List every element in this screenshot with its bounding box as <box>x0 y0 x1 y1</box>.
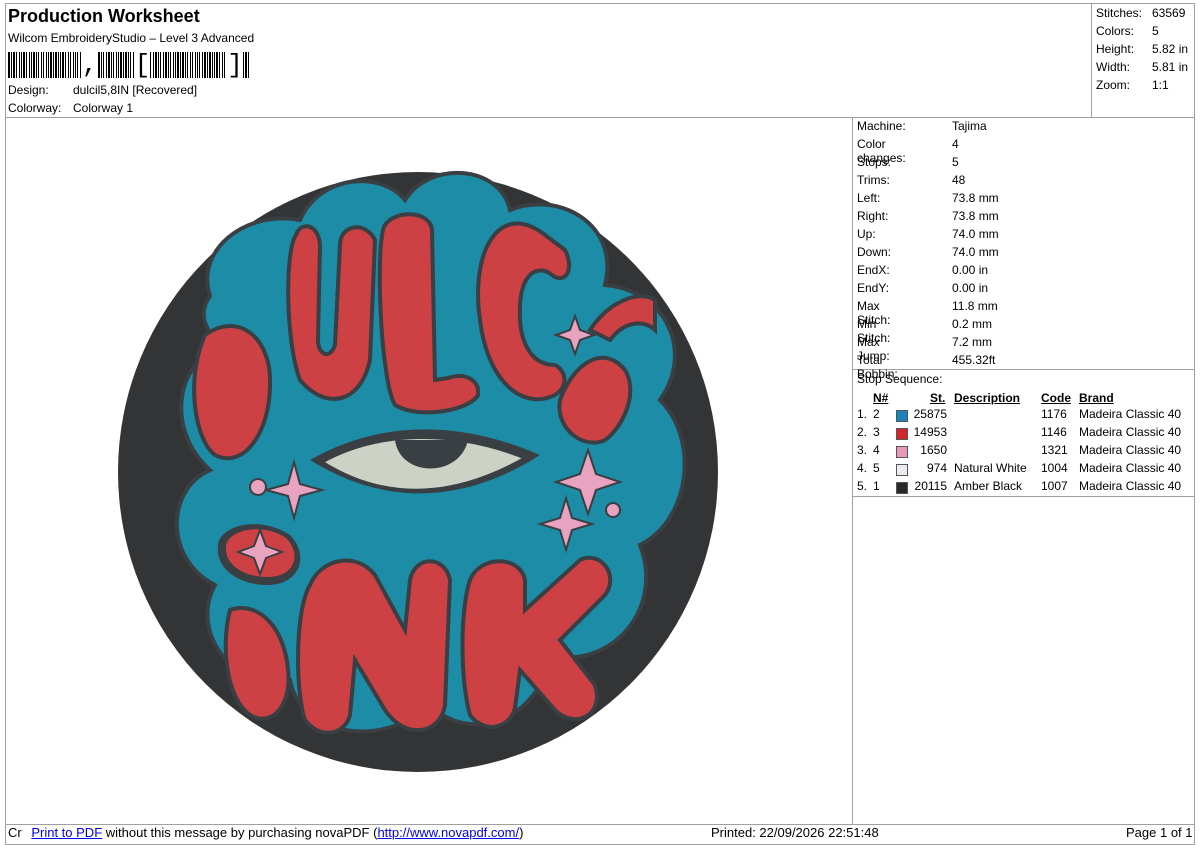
col-brand-header: Brand <box>1079 391 1114 405</box>
barcode-glyph: [ <box>134 50 151 80</box>
barcode-bar <box>249 52 250 78</box>
stop-number: 1. <box>857 407 868 421</box>
stop-sequence-title: Stop Sequence: <box>857 372 943 386</box>
color-swatch <box>896 410 908 422</box>
summary-divider <box>1091 3 1092 117</box>
embroidery-design-preview <box>118 170 718 772</box>
stop-number: 2. <box>857 425 868 439</box>
thread-brand: Madeira Classic 40 <box>1079 461 1182 475</box>
stitch-count: 1650 <box>920 443 947 457</box>
color-swatch <box>896 446 908 458</box>
software-name: Wilcom EmbroideryStudio – Level 3 Advanc… <box>8 31 255 45</box>
stop-sequence-row: 4. 5 974 Natural White 1004 Madeira Classic 4… <box>857 461 1191 479</box>
stop-number: 3. <box>857 443 868 457</box>
stitch-count: 25875 <box>913 407 947 421</box>
col-n-header: N# <box>873 391 889 405</box>
thread-brand: Madeira Classic 40 <box>1079 407 1182 421</box>
info-stop-divider <box>852 369 1195 370</box>
thread-description: Amber Black <box>954 479 1023 493</box>
design-row: Design: dulcil5,8IN [Recovered] <box>8 83 197 97</box>
page-title: Production Worksheet <box>8 6 200 26</box>
thread-brand: Madeira Classic 40 <box>1079 443 1182 457</box>
dot-icon <box>249 478 267 496</box>
design-value: dulcil5,8IN [Recovered] <box>73 83 198 97</box>
thread-code: 1146 <box>1041 425 1067 439</box>
color-swatch <box>896 428 908 440</box>
print-to-pdf-link[interactable]: Print to PDF <box>31 825 102 840</box>
color-swatch <box>896 464 908 476</box>
stitch-count: 974 <box>926 461 947 475</box>
dot-icon <box>605 502 621 518</box>
novapdf-link[interactable]: http://www.novapdf.com/ <box>377 825 519 840</box>
needle-number: 4 <box>873 443 880 457</box>
colorway-label: Colorway: <box>8 101 62 115</box>
needle-number: 2 <box>873 407 880 421</box>
barcode: , [] <box>8 50 250 78</box>
footer-left: Cr Print to PDF without this message by … <box>8 825 523 840</box>
thread-description: Natural White <box>954 461 1027 475</box>
stop-number: 5. <box>857 479 868 493</box>
colorway-value: Colorway 1 <box>73 101 134 115</box>
needle-number: 3 <box>873 425 880 439</box>
colorway-row: Colorway: Colorway 1 <box>8 101 133 115</box>
thread-code: 1176 <box>1041 407 1067 421</box>
printed-timestamp: Printed: 22/09/2026 22:51:48 <box>711 825 879 840</box>
stop-sequence-row: 1. 2 25875 1176 Madeira Classic 40 <box>857 407 1191 425</box>
thread-code: 1007 <box>1041 479 1068 493</box>
stop-sequence-row: 5. 1 20115 Amber Black 1007 Madeira Classic 4… <box>857 479 1191 497</box>
col-st-header: St. <box>930 391 946 405</box>
footer-suffix: ) <box>519 825 524 840</box>
barcode-glyph: , <box>82 50 98 80</box>
color-swatch <box>896 482 908 494</box>
needle-number: 1 <box>873 479 880 493</box>
thread-code: 1004 <box>1041 461 1068 475</box>
stitch-count: 14953 <box>913 425 947 439</box>
stitch-count: 20115 <box>914 479 947 493</box>
thread-brand: Madeira Classic 40 <box>1079 425 1182 439</box>
stop-number: 4. <box>857 461 868 475</box>
col-description-header: Description <box>954 391 1021 405</box>
page-number: Page 1 of 1 <box>1126 825 1193 840</box>
thread-brand: Madeira Classic 40 <box>1079 479 1182 493</box>
footer-message: without this message by purchasing novaP… <box>102 825 378 840</box>
barcode-glyph: ] <box>227 50 243 80</box>
col-code-header: Code <box>1041 391 1071 405</box>
stop-sequence-row: 3. 4 1650 1321 Madeira Classic 40 <box>857 443 1191 461</box>
stop-sequence-row: 2. 3 14953 1146 Madeira Classic 40 <box>857 425 1191 443</box>
design-label: Design: <box>8 83 49 97</box>
footer-prefix: Cr <box>8 825 22 840</box>
needle-number: 5 <box>873 461 880 475</box>
info-divider <box>852 117 853 824</box>
thread-code: 1321 <box>1041 443 1068 457</box>
